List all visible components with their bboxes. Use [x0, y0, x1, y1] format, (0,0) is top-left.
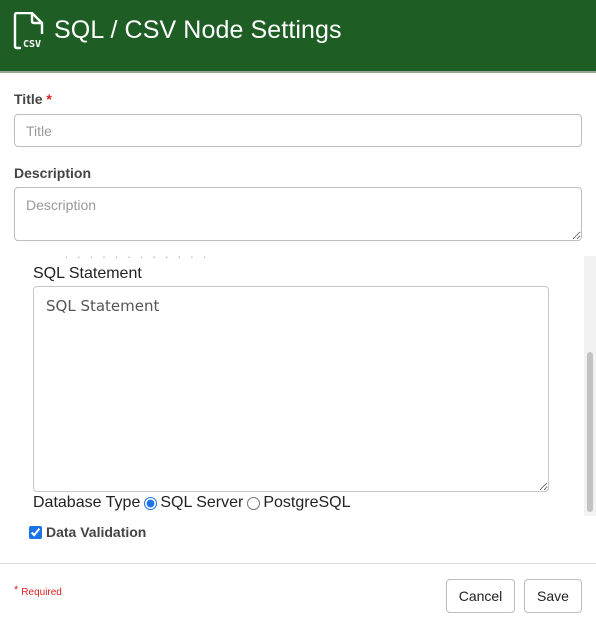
description-label: Description [14, 165, 92, 181]
data-validation-label[interactable]: Data Validation [46, 524, 146, 540]
dialog-title: SQL / CSV Node Settings [54, 16, 342, 44]
title-label-text: Title [14, 91, 43, 107]
title-required-mark: * [46, 91, 52, 107]
dialog-header: CSV SQL / CSV Node Settings [0, 0, 596, 71]
data-validation-row: Data Validation [29, 524, 146, 540]
database-type-row: Database Type SQL Server PostgreSQL [33, 494, 351, 512]
required-note-text: Required [21, 587, 62, 598]
cancel-button[interactable]: Cancel [446, 579, 515, 613]
header-divider [0, 71, 596, 73]
scrollbar-thumb[interactable] [587, 352, 593, 512]
postgresql-label[interactable]: PostgreSQL [263, 494, 350, 512]
postgresql-radio[interactable] [247, 496, 261, 510]
settings-scroll-panel[interactable]: · · · · · · · · · · · · SQL Statement Da… [14, 256, 596, 516]
sql-statement-input[interactable] [33, 286, 549, 492]
data-validation-checkbox[interactable] [29, 525, 42, 539]
save-button[interactable]: Save [524, 579, 582, 613]
sql-server-radio[interactable] [144, 496, 158, 510]
sql-statement-label: SQL Statement [33, 265, 142, 282]
csv-file-icon: CSV [13, 12, 44, 50]
clipped-content: · · · · · · · · · · · · [64, 256, 209, 264]
footer-divider [0, 563, 596, 564]
sql-server-label[interactable]: SQL Server [160, 494, 243, 512]
description-input[interactable] [14, 187, 582, 241]
csv-icon-text: CSV [23, 39, 41, 50]
required-note-mark: * [14, 584, 19, 596]
title-input[interactable] [14, 114, 582, 147]
required-note: * Required [14, 584, 62, 598]
title-label: Title * [14, 91, 52, 107]
database-type-label: Database Type [33, 494, 141, 511]
